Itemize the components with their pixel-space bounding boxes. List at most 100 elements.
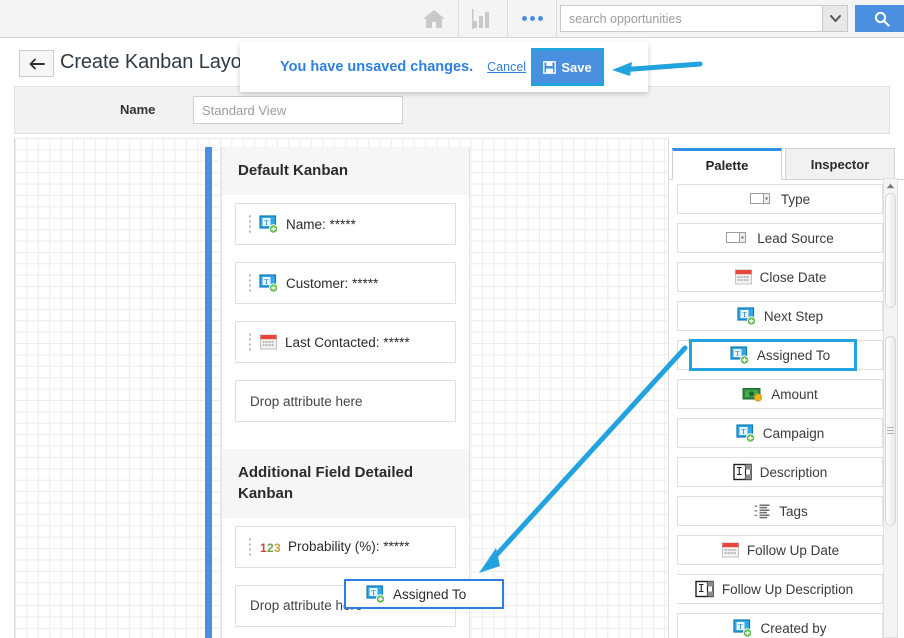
- calendar-icon: [260, 334, 277, 350]
- kanban-dropzone[interactable]: Drop attribute here: [235, 380, 456, 423]
- scroll-up-arrow-icon[interactable]: [884, 179, 897, 193]
- svg-text:T: T: [264, 277, 269, 286]
- kanban-section-title: Additional Field Detailed Kanban: [222, 449, 469, 518]
- name-input[interactable]: [193, 96, 403, 124]
- palette-item-label: Next Step: [763, 308, 824, 324]
- money-icon: [742, 388, 763, 402]
- kanban-attribute-label: Probability (%): *****: [288, 539, 410, 555]
- palette-item-label: Lead Source: [757, 230, 834, 246]
- tab-inspector-label: Inspector: [810, 156, 870, 172]
- search-scope-dropdown[interactable]: [822, 5, 848, 32]
- palette-item-campaign[interactable]: T Campaign: [677, 418, 883, 448]
- svg-text:T: T: [742, 309, 747, 318]
- text-field-icon: T: [259, 215, 279, 234]
- palette-item-label: Follow Up Description: [721, 581, 854, 597]
- number-123-icon: 1 2 3: [260, 541, 281, 554]
- drag-handle-icon[interactable]: [248, 273, 252, 294]
- text-field-icon: T: [737, 306, 757, 326]
- text-field-icon: T: [736, 423, 755, 443]
- textarea-icon: [695, 580, 714, 598]
- tab-palette-label: Palette: [705, 157, 749, 173]
- palette-item-label: Follow Up Date: [746, 542, 840, 558]
- palette-item-tags[interactable]: Tags: [677, 496, 883, 526]
- assigned-to-selection-highlight: [689, 339, 857, 371]
- palette-item-label: Tags: [779, 503, 808, 519]
- bar-chart-icon[interactable]: [459, 0, 507, 37]
- cancel-link[interactable]: Cancel: [487, 60, 526, 74]
- search-input[interactable]: [560, 5, 822, 32]
- palette-item-label: Amount: [771, 386, 818, 402]
- home-icon[interactable]: [410, 0, 458, 37]
- kanban-section-body: T Name: ***** T Customer: ***** Last Con…: [222, 195, 469, 449]
- top-navigation-bar: [0, 0, 904, 38]
- right-panel: Palette Inspector Type Lead Source Close…: [668, 138, 904, 638]
- back-button[interactable]: [19, 50, 54, 77]
- kanban-attribute-row[interactable]: T Customer: *****: [235, 262, 456, 305]
- palette-item-label: Type: [780, 191, 811, 207]
- textarea-icon: [733, 463, 752, 481]
- kanban-attribute-row[interactable]: 1 2 3 Probability (%): *****: [235, 525, 456, 568]
- svg-text:2: 2: [267, 541, 274, 554]
- floppy-disk-icon: [543, 60, 557, 74]
- drag-ghost-assigned-to[interactable]: T Assigned To: [344, 579, 504, 609]
- scrollbar-grip-icon: [887, 427, 894, 435]
- svg-text:3: 3: [274, 541, 281, 554]
- drag-handle-icon[interactable]: [248, 332, 252, 353]
- palette-item-description[interactable]: Description: [677, 457, 883, 487]
- kanban-left-rail: [205, 147, 212, 638]
- unsaved-changes-message: You have unsaved changes.: [280, 59, 474, 75]
- calendar-icon: [734, 269, 752, 285]
- kanban-section-title: Default Kanban: [222, 147, 469, 196]
- dropdown-icon: [749, 193, 770, 204]
- more-dots-icon[interactable]: [508, 0, 556, 37]
- kanban-attribute-row[interactable]: T Name: *****: [235, 203, 456, 246]
- panel-tabs: Palette Inspector: [669, 148, 904, 180]
- drag-handle-icon[interactable]: [248, 536, 252, 557]
- drag-handle-icon[interactable]: [248, 214, 252, 235]
- kanban-dropzone-label: Drop attribute here: [250, 393, 363, 409]
- tab-inspector[interactable]: Inspector: [785, 148, 895, 180]
- palette-item-next-step[interactable]: T Next Step: [677, 301, 883, 331]
- app-root: Create Kanban Layout You have unsaved ch…: [0, 0, 904, 638]
- dropdown-icon: [726, 232, 747, 243]
- svg-text:T: T: [739, 621, 744, 630]
- calendar-icon: [721, 542, 739, 558]
- text-field-icon: T: [733, 618, 753, 638]
- nav-icon-group: [410, 0, 557, 37]
- kanban-attribute-row[interactable]: Last Contacted: *****: [235, 321, 456, 364]
- search-submit-button[interactable]: [855, 5, 904, 32]
- palette-item-lead-source[interactable]: Lead Source: [677, 223, 883, 253]
- svg-text:T: T: [264, 218, 269, 227]
- palette-item-amount[interactable]: Amount: [677, 379, 883, 409]
- palette-item-follow-up-description[interactable]: Follow Up Description: [677, 574, 883, 604]
- kanban-attribute-label: Name: *****: [286, 216, 356, 232]
- kanban-layout-panel[interactable]: Default Kanban T Name: ***** T Customer:…: [221, 147, 470, 638]
- name-field-label: Name: [120, 102, 156, 117]
- palette-item-type[interactable]: Type: [677, 184, 883, 214]
- list-icon: [754, 504, 770, 519]
- palette-item-follow-up-date[interactable]: Follow Up Date: [677, 535, 883, 565]
- svg-text:T: T: [741, 426, 746, 435]
- text-field-icon: T: [366, 584, 386, 604]
- tab-palette[interactable]: Palette: [672, 148, 782, 180]
- nav-divider-3: [556, 0, 557, 37]
- kanban-attribute-label: Customer: *****: [286, 275, 379, 291]
- palette-item-close-date[interactable]: Close Date: [677, 262, 883, 292]
- palette-item-label: Campaign: [762, 425, 825, 441]
- text-field-icon: T: [259, 274, 279, 293]
- palette-item-label: Description: [759, 464, 828, 480]
- palette-scrollbar[interactable]: [883, 178, 898, 638]
- save-button[interactable]: Save: [534, 51, 601, 83]
- drag-ghost-label: Assigned To: [393, 586, 467, 602]
- save-button-label: Save: [561, 59, 592, 75]
- scrollbar-track-upper[interactable]: [885, 193, 896, 308]
- svg-text:1: 1: [260, 541, 267, 554]
- palette-item-created-by[interactable]: T Created by: [677, 613, 883, 638]
- svg-text:T: T: [371, 587, 376, 596]
- search-area: [560, 5, 904, 32]
- palette-item-list[interactable]: Type Lead Source Close Date T Next Step …: [677, 184, 883, 638]
- kanban-section-body-2: 1 2 3 Probability (%): ***** Drop attrib…: [222, 518, 469, 638]
- palette-item-label: Close Date: [759, 269, 827, 285]
- kanban-attribute-label: Last Contacted: *****: [285, 334, 410, 350]
- back-arrow-icon: [29, 58, 45, 69]
